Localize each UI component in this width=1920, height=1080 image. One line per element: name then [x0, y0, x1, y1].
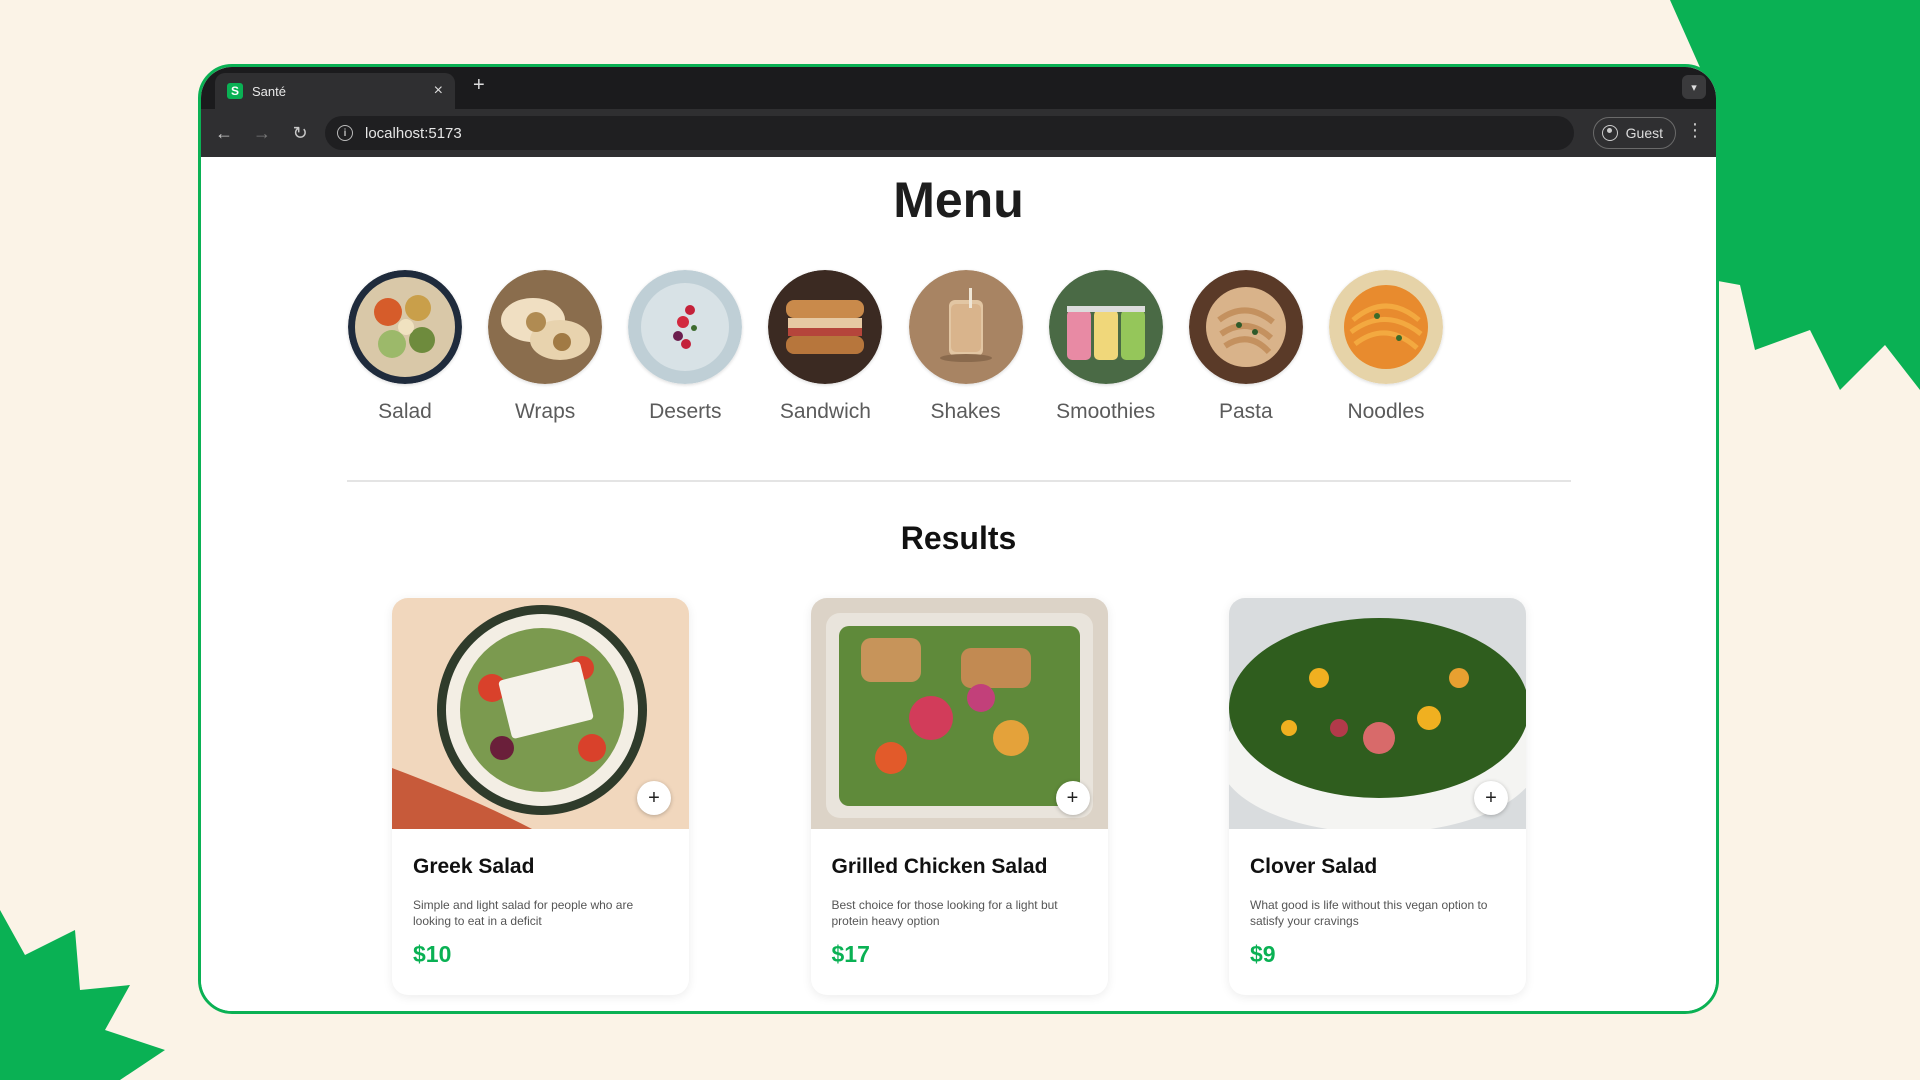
- clover-salad-image: +: [1229, 598, 1526, 829]
- add-to-cart-button[interactable]: +: [1055, 781, 1090, 815]
- product-card-greek-salad[interactable]: + Greek Salad Simple and light salad for…: [392, 598, 689, 995]
- url-text: localhost:5173: [365, 124, 462, 142]
- smoothies-image: [1048, 270, 1163, 384]
- add-to-cart-button[interactable]: +: [1474, 781, 1508, 815]
- profile-label: Guest: [1625, 125, 1663, 141]
- category-wraps[interactable]: Wraps: [478, 270, 612, 424]
- category-pasta[interactable]: Pasta: [1179, 270, 1313, 424]
- profile-icon: [1601, 125, 1618, 141]
- product-description: Simple and light salad for people who ar…: [413, 898, 634, 928]
- product-name: Clover Salad: [1250, 855, 1378, 878]
- santé-favicon-icon: S: [227, 83, 243, 99]
- close-tab-icon[interactable]: ×: [434, 82, 443, 100]
- product-price: $17: [831, 941, 870, 967]
- product-price: $9: [1250, 941, 1276, 967]
- grilled-chicken-salad-image: +: [810, 598, 1108, 829]
- category-label: Smoothies: [1056, 400, 1156, 423]
- sandwich-image: [768, 270, 883, 384]
- reload-icon[interactable]: ↻: [281, 123, 319, 144]
- product-name: Greek Salad: [413, 855, 535, 878]
- category-label: Wraps: [514, 400, 576, 423]
- section-divider: [347, 480, 1571, 482]
- category-noodles[interactable]: Noodles: [1319, 270, 1453, 424]
- category-sandwich[interactable]: Sandwich: [758, 270, 892, 424]
- back-arrow-icon[interactable]: ←: [205, 123, 243, 144]
- product-card-grilled-chicken-salad[interactable]: + Grilled Chicken Salad Best choice for …: [810, 598, 1108, 995]
- category-label: Pasta: [1218, 400, 1273, 423]
- category-label: Sandwich: [779, 400, 871, 423]
- page-title: Menu: [893, 172, 1024, 228]
- page-content: Menu Salad Wraps Deserts Sandwich Shakes…: [201, 157, 1716, 1011]
- deserts-image: [628, 270, 743, 384]
- info-icon[interactable]: i: [337, 125, 353, 141]
- category-salad[interactable]: Salad: [338, 270, 472, 424]
- product-price: $10: [413, 941, 452, 967]
- category-smoothies[interactable]: Smoothies: [1039, 270, 1173, 424]
- browser-tab[interactable]: S Santé ×: [215, 73, 455, 109]
- forward-arrow-icon[interactable]: →: [243, 123, 281, 144]
- category-label: Noodles: [1347, 400, 1425, 423]
- profile-button[interactable]: Guest: [1592, 117, 1676, 149]
- category-list: Salad Wraps Deserts Sandwich Shakes Smoo…: [338, 270, 1453, 424]
- product-description: Best choice for those looking for a ligh…: [831, 898, 1058, 928]
- shakes-image: [908, 270, 1023, 384]
- results-heading: Results: [900, 520, 1017, 556]
- category-label: Shakes: [930, 400, 1001, 423]
- green-starburst-decoration: [0, 910, 165, 1080]
- browser-window: S Santé × + ▾ ← → ↻ i localhost:5173 Gue…: [198, 64, 1719, 1014]
- tab-search-dropdown-icon[interactable]: ▾: [1682, 75, 1706, 99]
- category-deserts[interactable]: Deserts: [618, 270, 752, 424]
- kebab-menu-icon[interactable]: ⋮: [1686, 121, 1704, 139]
- product-list: + Greek Salad Simple and light salad for…: [392, 598, 1526, 995]
- tab-bar: S Santé × + ▾: [201, 67, 1716, 109]
- category-shakes[interactable]: Shakes: [899, 270, 1033, 424]
- address-bar[interactable]: i localhost:5173: [325, 116, 1574, 150]
- tab-title: Santé: [252, 83, 286, 99]
- new-tab-button[interactable]: +: [473, 74, 485, 97]
- product-card-clover-salad[interactable]: + Clover Salad What good is life without…: [1229, 598, 1526, 995]
- greek-salad-image: +: [392, 598, 689, 829]
- product-description: What good is life without this vegan opt…: [1250, 898, 1488, 928]
- product-name: Grilled Chicken Salad: [831, 855, 1048, 878]
- pasta-image: [1188, 270, 1303, 384]
- category-label: Deserts: [649, 400, 722, 423]
- salad-image: [348, 270, 462, 384]
- noodles-image: [1328, 270, 1443, 384]
- category-label: Salad: [378, 400, 432, 423]
- browser-toolbar: ← → ↻ i localhost:5173 Guest ⋮: [201, 109, 1716, 157]
- wraps-image: [488, 270, 603, 384]
- add-to-cart-button[interactable]: +: [637, 781, 671, 815]
